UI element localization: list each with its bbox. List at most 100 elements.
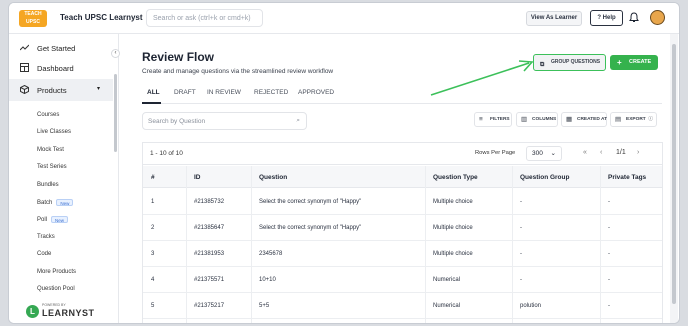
sidebar-subitem-more-products[interactable]: More Products: [37, 269, 76, 275]
result-count: 1 - 10 of 10: [150, 150, 183, 157]
page-description: Create and manage questions via the stre…: [142, 68, 334, 75]
sidebar-item-dashboard[interactable]: Dashboard: [9, 58, 113, 78]
sidebar-item-label: Dashboard: [37, 64, 74, 73]
info-icon: ⓘ: [648, 117, 653, 122]
cell-question-group: -: [520, 225, 522, 231]
chevron-down-icon: ▾: [97, 86, 101, 92]
new-badge: New: [56, 199, 74, 206]
tab-rejected[interactable]: REJECTED: [254, 89, 288, 96]
rows-per-page-select[interactable]: 300 ⌄: [526, 146, 562, 161]
cell-question: Select the correct synonym of "Happy": [259, 225, 362, 231]
col-header-question-group[interactable]: Question Group: [520, 174, 569, 181]
tab-draft[interactable]: DRAFT: [174, 89, 196, 96]
sidebar-item-label: Get Started: [37, 44, 76, 53]
cell-question-type: Numerical: [433, 277, 461, 283]
sidebar-subitem-bundles[interactable]: Bundles: [37, 182, 59, 188]
app-window: TEACH UPSC Teach UPSC Learnyst Search or…: [8, 2, 680, 324]
col-header-question-type[interactable]: Question Type: [433, 174, 478, 181]
search-icon: ⌕: [296, 117, 300, 124]
export-label: EXPORT: [626, 117, 646, 122]
page-title: Review Flow: [142, 50, 215, 64]
brand-name: LEARNYST: [42, 308, 95, 318]
help-button[interactable]: ? Help: [590, 10, 623, 26]
app-title: Teach UPSC Learnyst: [60, 13, 143, 22]
table-row[interactable]: 3 #21381953 2345678 Multiple choice - -: [143, 241, 662, 267]
prev-page-icon[interactable]: ‹: [600, 149, 602, 156]
sidebar: Get Started Dashboard Products ▾ Courses…: [9, 34, 120, 323]
cell-question: 10+10: [259, 277, 276, 283]
sidebar-subitem-courses[interactable]: Courses: [37, 112, 59, 118]
bell-icon[interactable]: [629, 12, 639, 23]
cell-question-group: -: [520, 199, 522, 205]
cell-id: #21385732: [194, 199, 225, 205]
questions-table: 1 - 10 of 10 Rows Per Page 300 ⌄ « ‹ 1/1 …: [142, 142, 663, 323]
sidebar-scroll-thumb[interactable]: [114, 74, 117, 152]
tab-all[interactable]: ALL: [147, 89, 160, 96]
columns-button[interactable]: ▥ COLUMNS: [516, 112, 558, 127]
cell-question-type: Multiple choice: [433, 251, 473, 257]
group-questions-button[interactable]: ⧉ GROUP QUESTIONS: [533, 54, 606, 71]
col-header-number[interactable]: #: [151, 174, 155, 181]
group-questions-label: GROUP QUESTIONS: [551, 59, 601, 65]
cell-question-type: Multiple choice: [433, 199, 473, 205]
sidebar-subitem-code[interactable]: Code: [37, 251, 51, 257]
sidebar-subitem-label: Poll: [37, 217, 48, 224]
annotation-arrow: [430, 60, 534, 96]
cell-question-group: -: [520, 251, 522, 257]
sidebar-subitem-test-series[interactable]: Test Series: [37, 164, 67, 170]
cell-id: #21385647: [194, 225, 225, 231]
col-header-id[interactable]: ID: [194, 174, 201, 181]
sidebar-subitem-question-pool[interactable]: Question Pool: [37, 286, 75, 292]
cell-question-type: Numerical: [433, 303, 461, 309]
sidebar-subitem-batch[interactable]: Batch New: [37, 199, 74, 207]
tab-approved[interactable]: APPROVED: [298, 89, 334, 96]
create-button[interactable]: + CREATE: [610, 55, 658, 70]
export-button[interactable]: ▤ EXPORT ⓘ: [610, 112, 657, 127]
cell-private-tags: -: [608, 199, 610, 205]
table-row[interactable]: 2 #21385647 Select the correct synonym o…: [143, 215, 662, 241]
dashboard-icon: [20, 63, 29, 72]
page-indicator: 1/1: [616, 149, 626, 156]
avatar[interactable]: [650, 10, 665, 25]
first-page-icon[interactable]: «: [583, 149, 587, 156]
sidebar-item-get-started[interactable]: Get Started: [9, 38, 113, 58]
group-icon: ⧉: [540, 62, 545, 68]
cell-question: Select the correct synonym of "Happy": [259, 199, 362, 205]
sidebar-subitem-live-classes[interactable]: Live Classes: [37, 129, 71, 135]
powered-by-label: POWERED BY: [42, 303, 66, 307]
page-scroll-thumb[interactable]: [672, 44, 676, 304]
created-at-button[interactable]: ▦ CREATED AT: [561, 112, 607, 127]
sidebar-item-products[interactable]: Products ▾: [9, 79, 113, 101]
col-header-private-tags[interactable]: Private Tags: [608, 174, 646, 181]
trend-icon: [20, 44, 29, 51]
cell-number: 3: [151, 251, 155, 257]
filters-button[interactable]: ≡ FILTERS: [474, 112, 512, 127]
tabs-divider: [142, 103, 662, 104]
cell-id: #21381953: [194, 251, 225, 257]
next-page-icon[interactable]: ›: [637, 149, 639, 156]
page-scrollbar[interactable]: [670, 34, 678, 323]
sidebar-subitem-tracks[interactable]: Tracks: [37, 234, 55, 240]
table-row[interactable]: 1 #21385732 Select the correct synonym o…: [143, 189, 662, 215]
question-search-input[interactable]: Search by Question ⌕: [142, 112, 307, 130]
app-logo[interactable]: TEACH UPSC: [19, 10, 47, 27]
main-content: Review Flow Create and manage questions …: [119, 34, 679, 323]
learnyst-brand: L POWERED BY LEARNYST: [26, 303, 102, 323]
col-header-question[interactable]: Question: [259, 174, 287, 181]
cell-private-tags: -: [608, 303, 610, 309]
create-label: CREATE: [629, 59, 652, 65]
plus-icon: +: [617, 58, 622, 67]
table-row[interactable]: 4 #21375571 10+10 Numerical - -: [143, 267, 662, 293]
table-row[interactable]: 5 #21375217 5+5 Numerical polution -: [143, 293, 662, 319]
view-as-learner-button[interactable]: View As Learner: [526, 11, 582, 26]
cell-private-tags: -: [608, 277, 610, 283]
global-search-input[interactable]: Search or ask (ctrl+k or cmd+k): [146, 9, 263, 27]
cell-number: 1: [151, 199, 155, 205]
tab-in-review[interactable]: IN REVIEW: [207, 89, 241, 96]
sidebar-subitem-mock-test[interactable]: Mock Test: [37, 147, 64, 153]
sidebar-subitem-label: Batch: [37, 200, 53, 207]
question-search-placeholder: Search by Question: [148, 118, 206, 125]
sidebar-subitem-poll[interactable]: Poll New: [37, 216, 69, 224]
cell-number: 2: [151, 225, 155, 231]
new-badge: New: [51, 216, 69, 223]
